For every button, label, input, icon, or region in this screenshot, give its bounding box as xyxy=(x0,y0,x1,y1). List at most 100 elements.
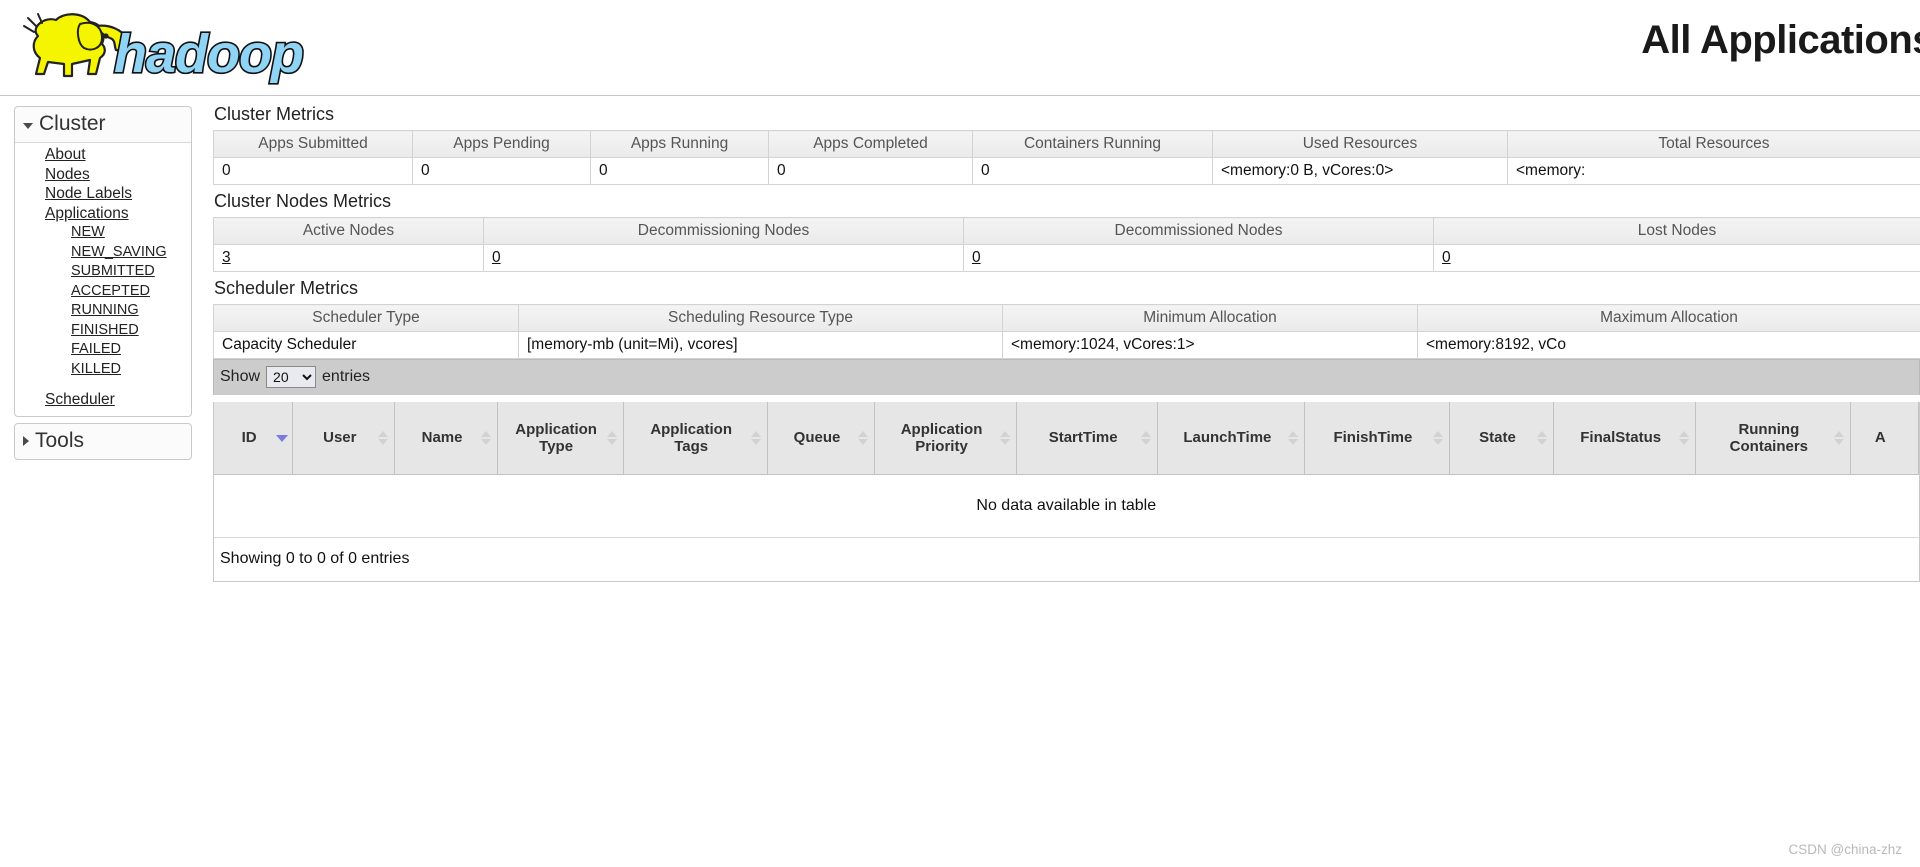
sidebar-item-applications[interactable]: Applications xyxy=(15,204,191,224)
val-scheduler-type: Capacity Scheduler xyxy=(213,331,519,359)
col-starttime[interactable]: StartTime xyxy=(1016,402,1159,475)
sort-both-icon[interactable] xyxy=(1833,430,1845,445)
page-title: All Applications xyxy=(1641,18,1920,62)
table-header-row: Apps Submitted Apps Pending Apps Running… xyxy=(213,130,1920,158)
scheduler-metrics-table: Scheduler Type Scheduling Resource Type … xyxy=(213,304,1920,359)
apps-table-toolbar: Show 20 40 60 80 100 entries xyxy=(213,359,1920,395)
col-running-containers[interactable]: Running Containers xyxy=(1695,402,1851,475)
entries-label: entries xyxy=(322,368,371,385)
page-size-select[interactable]: 20 40 60 80 100 xyxy=(266,366,317,388)
col-queue[interactable]: Queue xyxy=(767,402,876,475)
col-application-type-label: Application Type xyxy=(515,420,597,455)
empty-message: No data available in table xyxy=(214,474,1919,538)
val-decommissioning-nodes: 0 xyxy=(483,244,964,272)
val-lost-nodes: 0 xyxy=(1433,244,1920,272)
col-finishtime[interactable]: FinishTime xyxy=(1304,402,1450,475)
cluster-metrics-title: Cluster Metrics xyxy=(214,104,335,124)
col-name-label: Name xyxy=(421,429,463,447)
sidebar-item-running[interactable]: RUNNING xyxy=(15,301,191,321)
col-used-resources: Used Resources xyxy=(1212,130,1508,158)
tools-nav-label: Tools xyxy=(35,428,85,452)
val-apps-submitted: 0 xyxy=(213,157,413,185)
main-content: Cluster Metrics Apps Submitted Apps Pend… xyxy=(213,98,1920,582)
sidebar-item-accepted[interactable]: ACCEPTED xyxy=(15,282,191,302)
val-total-resources: <memory: xyxy=(1507,157,1920,185)
col-state[interactable]: State xyxy=(1449,402,1555,475)
sort-both-icon[interactable] xyxy=(1679,430,1690,445)
col-application-tags-label: Application Tags xyxy=(650,420,732,455)
sidebar-item-killed[interactable]: KILLED xyxy=(15,360,191,380)
col-name[interactable]: Name xyxy=(394,402,498,475)
table-row: 0 0 0 0 0 <memory:0 B, vCores:0> <memory… xyxy=(213,157,1920,185)
table-header-row: Scheduler Type Scheduling Resource Type … xyxy=(213,304,1920,332)
sort-both-icon[interactable] xyxy=(999,430,1011,445)
table-header-row: ID User Name Application Type Applicatio… xyxy=(214,402,1920,475)
sidebar-item-scheduler[interactable]: Scheduler xyxy=(15,390,191,410)
col-application-tags[interactable]: Application Tags xyxy=(623,402,768,475)
col-user-label: User xyxy=(323,429,357,447)
col-total-resources: Total Resources xyxy=(1507,130,1920,158)
col-id-label: ID xyxy=(241,429,257,447)
val-containers-running: 0 xyxy=(972,157,1213,185)
decommissioning-nodes-link[interactable]: 0 xyxy=(492,249,501,266)
sort-both-icon[interactable] xyxy=(378,430,389,445)
col-scheduler-type: Scheduler Type xyxy=(213,304,519,332)
col-allocated-label: A xyxy=(1874,429,1886,447)
val-apps-running: 0 xyxy=(590,157,769,185)
col-containers-running: Containers Running xyxy=(972,130,1213,158)
sort-both-icon[interactable] xyxy=(1432,430,1444,445)
cluster-metrics-table: Apps Submitted Apps Pending Apps Running… xyxy=(213,130,1920,185)
sidebar: Cluster About Nodes Node Labels Applicat… xyxy=(14,106,192,460)
active-nodes-link[interactable]: 3 xyxy=(222,249,231,266)
val-apps-completed: 0 xyxy=(768,157,973,185)
sidebar-item-finished[interactable]: FINISHED xyxy=(15,321,191,341)
tools-nav-header[interactable]: Tools xyxy=(15,423,191,459)
col-launchtime[interactable]: LaunchTime xyxy=(1157,402,1306,475)
table-row-empty: No data available in table xyxy=(214,474,1919,538)
sort-both-icon[interactable] xyxy=(858,430,869,445)
sidebar-item-new-saving[interactable]: NEW_SAVING xyxy=(15,243,191,263)
cluster-nav-label: Cluster xyxy=(39,112,106,135)
page-header: hadoop All Applications xyxy=(0,0,1920,96)
tools-nav-panel: Tools xyxy=(14,422,192,460)
table-row: 3 0 0 0 xyxy=(213,244,1920,272)
col-id[interactable]: ID xyxy=(214,402,294,475)
scheduler-metrics-title: Scheduler Metrics xyxy=(214,278,359,298)
val-maximum-allocation: <memory:8192, vCo xyxy=(1417,331,1920,359)
svg-text:hadoop: hadoop xyxy=(114,24,303,84)
col-maximum-allocation: Maximum Allocation xyxy=(1417,304,1920,332)
cluster-nav-header[interactable]: Cluster xyxy=(15,107,191,143)
col-finalstatus[interactable]: FinalStatus xyxy=(1553,402,1696,475)
sort-both-icon[interactable] xyxy=(606,430,618,445)
cluster-nodes-metrics-title: Cluster Nodes Metrics xyxy=(214,191,392,211)
col-state-label: State xyxy=(1479,429,1516,447)
sidebar-item-new[interactable]: NEW xyxy=(15,223,191,243)
cluster-nav-panel: Cluster About Nodes Node Labels Applicat… xyxy=(14,106,192,417)
sort-desc-icon[interactable] xyxy=(276,431,289,445)
col-running-containers-label: Running Containers xyxy=(1729,420,1809,455)
watermark: CSDN @china-zhz xyxy=(1788,842,1902,857)
sort-both-icon[interactable] xyxy=(1288,430,1299,445)
col-lost-nodes: Lost Nodes xyxy=(1433,217,1920,245)
col-finalstatus-label: FinalStatus xyxy=(1580,429,1662,447)
sort-both-icon[interactable] xyxy=(1537,430,1548,445)
sort-both-icon[interactable] xyxy=(1141,430,1152,445)
sort-both-icon[interactable] xyxy=(480,430,492,445)
col-queue-label: Queue xyxy=(793,429,841,447)
col-launchtime-label: LaunchTime xyxy=(1183,429,1272,447)
sidebar-item-failed[interactable]: FAILED xyxy=(15,340,191,360)
sidebar-item-submitted[interactable]: SUBMITTED xyxy=(15,262,191,282)
col-allocated[interactable]: A xyxy=(1850,402,1920,475)
sidebar-item-about[interactable]: About xyxy=(15,145,191,165)
val-apps-pending: 0 xyxy=(412,157,591,185)
col-application-priority[interactable]: Application Priority xyxy=(874,402,1017,475)
lost-nodes-link[interactable]: 0 xyxy=(1442,249,1451,266)
sidebar-item-nodes[interactable]: Nodes xyxy=(15,165,191,185)
col-user[interactable]: User xyxy=(292,402,396,475)
sidebar-item-node-labels[interactable]: Node Labels xyxy=(15,184,191,204)
col-application-type[interactable]: Application Type xyxy=(497,402,624,475)
col-starttime-label: StartTime xyxy=(1048,429,1118,447)
sort-both-icon[interactable] xyxy=(750,430,762,445)
hadoop-logo[interactable]: hadoop xyxy=(10,6,330,90)
decommissioned-nodes-link[interactable]: 0 xyxy=(972,249,981,266)
